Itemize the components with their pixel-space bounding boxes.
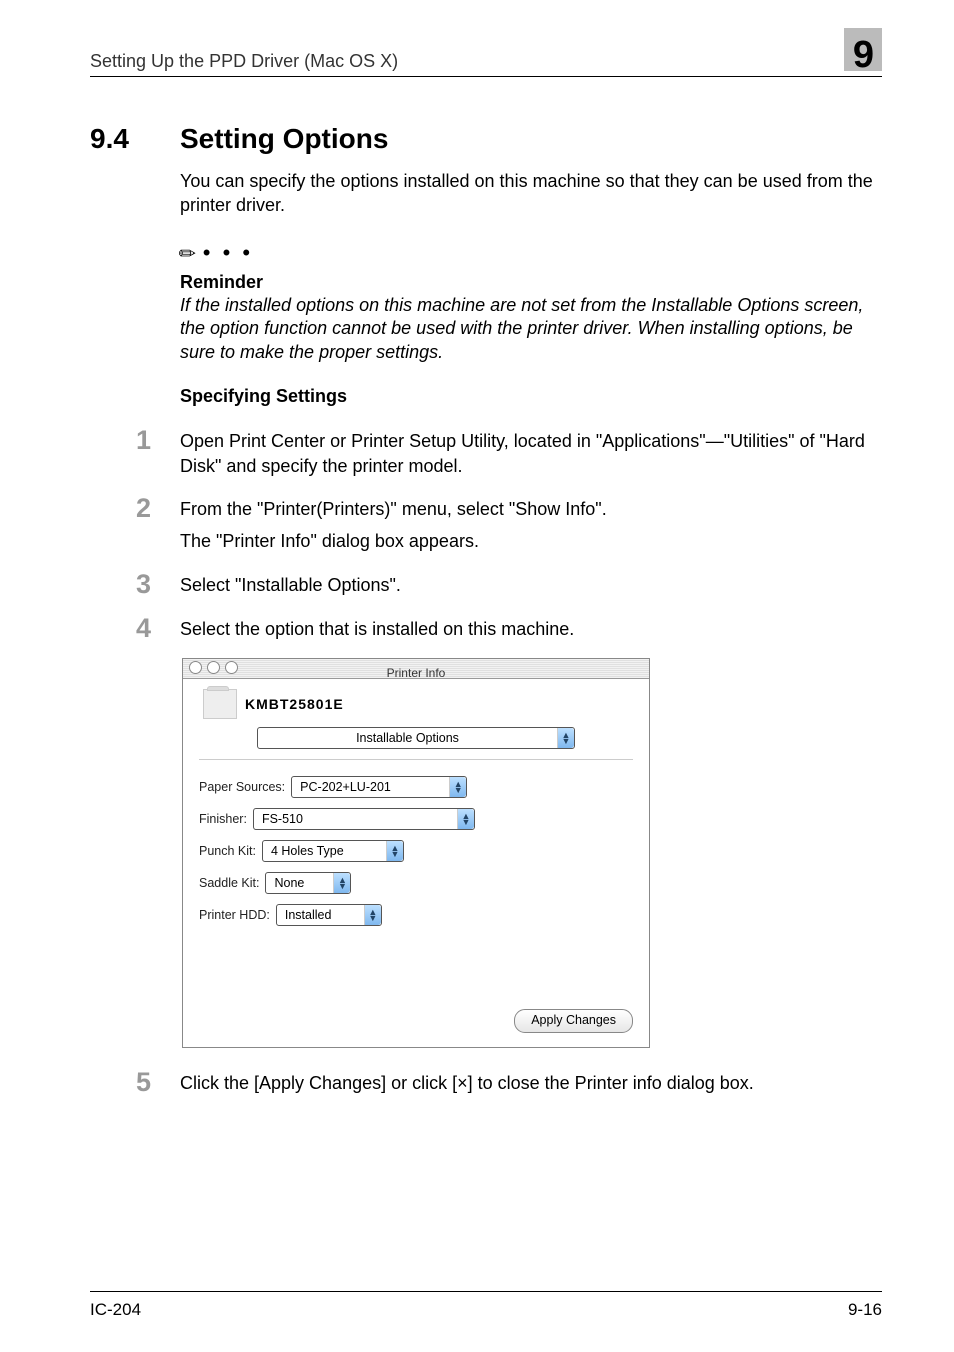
finisher-label: Finisher: — [199, 811, 247, 828]
running-header: Setting Up the PPD Driver (Mac OS X) 9 — [90, 38, 882, 77]
panel-select-value: Installable Options — [258, 730, 557, 747]
close-icon[interactable] — [189, 661, 202, 674]
step-1: 1 Open Print Center or Printer Setup Uti… — [136, 426, 882, 478]
punch-kit-select[interactable]: 4 Holes Type▲▼ — [262, 840, 404, 862]
step-text: Select "Installable Options". — [180, 570, 882, 598]
running-header-text: Setting Up the PPD Driver (Mac OS X) — [90, 51, 398, 72]
step-3: 3 Select "Installable Options". — [136, 570, 882, 598]
step-number: 2 — [136, 494, 180, 554]
reminder-block: ✎• • • Reminder If the installed options… — [180, 238, 882, 364]
step-text: Select the option that is installed on t… — [180, 614, 882, 642]
step-text: Click the [Apply Changes] or click [×] t… — [180, 1068, 882, 1096]
apply-changes-button[interactable]: Apply Changes — [514, 1009, 633, 1033]
punch-kit-label: Punch Kit: — [199, 843, 256, 860]
chevron-updown-icon: ▲▼ — [557, 728, 574, 748]
pencil-icon: ✎ — [173, 239, 204, 270]
step-number: 1 — [136, 426, 180, 478]
footer-right: 9-16 — [848, 1300, 882, 1320]
page-footer: IC-204 9-16 — [90, 1291, 882, 1320]
ellipsis-icon: • • • — [203, 240, 253, 265]
zoom-icon[interactable] — [225, 661, 238, 674]
section-number: 9.4 — [90, 123, 180, 155]
step-text: From the "Printer(Printers)" menu, selec… — [180, 499, 607, 519]
step-number: 4 — [136, 614, 180, 642]
finisher-select[interactable]: FS-510▲▼ — [253, 808, 475, 830]
chevron-updown-icon: ▲▼ — [457, 809, 474, 829]
saddle-kit-select[interactable]: None▲▼ — [265, 872, 351, 894]
intro-paragraph: You can specify the options installed on… — [180, 169, 882, 218]
printer-icon — [203, 689, 237, 719]
step-4: 4 Select the option that is installed on… — [136, 614, 882, 642]
printer-info-dialog: Printer Info KMBT25801E Installable Opti… — [182, 658, 650, 1047]
chevron-updown-icon: ▲▼ — [364, 905, 381, 925]
section-title: Setting Options — [180, 123, 388, 155]
chevron-updown-icon: ▲▼ — [449, 777, 466, 797]
chevron-updown-icon: ▲▼ — [386, 841, 403, 861]
step-subtext: The "Printer Info" dialog box appears. — [180, 529, 882, 553]
printer-name: KMBT25801E — [245, 695, 344, 714]
dialog-titlebar: Printer Info — [183, 659, 649, 679]
step-number: 5 — [136, 1068, 180, 1096]
panel-select[interactable]: Installable Options ▲▼ — [257, 727, 575, 749]
step-5: 5 Click the [Apply Changes] or click [×]… — [136, 1068, 882, 1096]
step-2: 2 From the "Printer(Printers)" menu, sel… — [136, 494, 882, 554]
step-number: 3 — [136, 570, 180, 598]
section-heading: 9.4 Setting Options — [90, 123, 882, 155]
paper-sources-label: Paper Sources: — [199, 779, 285, 796]
dialog-title: Printer Info — [387, 666, 446, 680]
printer-hdd-label: Printer HDD: — [199, 907, 270, 924]
chevron-updown-icon: ▲▼ — [333, 873, 350, 893]
specifying-settings-heading: Specifying Settings — [180, 384, 882, 408]
reminder-label: Reminder — [180, 270, 882, 294]
chapter-number: 9 — [853, 34, 874, 77]
reminder-text: If the installed options on this machine… — [180, 294, 882, 364]
paper-sources-select[interactable]: PC-202+LU-201▲▼ — [291, 776, 467, 798]
step-text: Open Print Center or Printer Setup Utili… — [180, 426, 882, 478]
footer-left: IC-204 — [90, 1300, 141, 1320]
saddle-kit-label: Saddle Kit: — [199, 875, 259, 892]
minimize-icon[interactable] — [207, 661, 220, 674]
printer-hdd-select[interactable]: Installed▲▼ — [276, 904, 382, 926]
